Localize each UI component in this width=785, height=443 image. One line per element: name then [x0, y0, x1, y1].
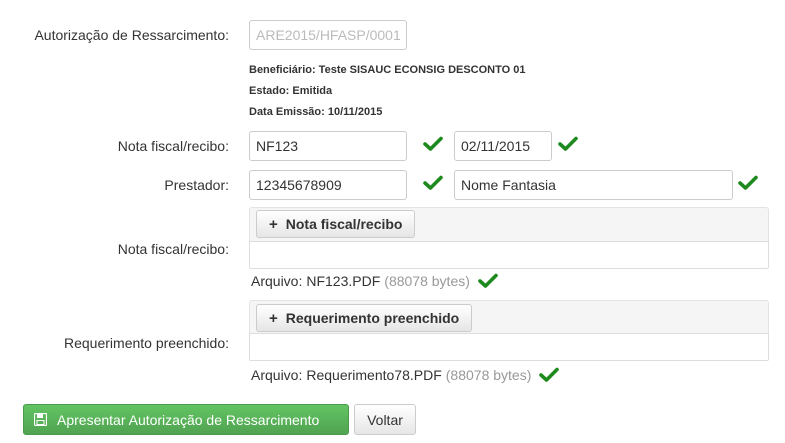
nota-fiscal-date-input[interactable]: 02/11/2015 [454, 131, 552, 161]
submit-button[interactable]: Apresentar Autorização de Ressarcimento [23, 404, 349, 435]
upload-nota-button-label: Nota fiscal/recibo [285, 216, 403, 232]
upload-requerimento-button-label: Requerimento preenchido [285, 310, 460, 326]
file-size: (88078 bytes) [445, 367, 532, 383]
upload-nota-file: Arquivo: NF123.PDF (88078 bytes) [251, 273, 498, 289]
prestador-document-input[interactable]: 12345678909 [249, 170, 407, 200]
file-prefix: Arquivo: [251, 273, 303, 289]
estado-text: Estado: Emitida [249, 85, 333, 97]
check-icon [478, 273, 498, 289]
upload-requerimento-button[interactable]: + Requerimento preenchido [256, 304, 473, 332]
upload-nota-label: Nota fiscal/recibo: [117, 241, 229, 257]
back-button[interactable]: Voltar [354, 404, 416, 435]
file-name: Requerimento78.PDF [306, 367, 442, 383]
upload-requerimento-dropzone[interactable] [249, 333, 769, 361]
upload-nota-button[interactable]: + Nota fiscal/recibo [256, 210, 416, 238]
authorization-label: Autorização de Ressarcimento: [34, 27, 229, 43]
plus-icon: + [269, 309, 278, 327]
upload-nota-dropzone[interactable] [249, 241, 769, 269]
data-emissao-text: Data Emissão: 10/11/2015 [249, 106, 383, 118]
authorization-field: ARE2015/HFASP/0001 [249, 20, 407, 50]
check-icon [423, 136, 443, 152]
file-prefix: Arquivo: [251, 367, 303, 383]
upload-requerimento-file: Arquivo: Requerimento78.PDF (88078 bytes… [251, 367, 560, 383]
file-name: NF123.PDF [306, 273, 381, 289]
nota-fiscal-number-input[interactable]: NF123 [249, 131, 407, 161]
floppy-disk-icon [34, 413, 47, 426]
check-icon [558, 136, 578, 152]
plus-icon: + [269, 215, 278, 233]
prestador-label: Prestador: [164, 177, 229, 193]
beneficiario-text: Beneficiário: Teste SISAUC ECONSIG DESCO… [249, 64, 526, 76]
upload-requerimento-label: Requerimento preenchido: [64, 335, 229, 351]
prestador-name-input[interactable]: Nome Fantasia [454, 170, 733, 200]
submit-button-label: Apresentar Autorização de Ressarcimento [57, 411, 320, 428]
file-size: (88078 bytes) [384, 273, 470, 289]
check-icon [738, 175, 758, 191]
check-icon [423, 175, 443, 191]
check-icon [539, 367, 560, 383]
nota-fiscal-label: Nota fiscal/recibo: [117, 138, 229, 154]
